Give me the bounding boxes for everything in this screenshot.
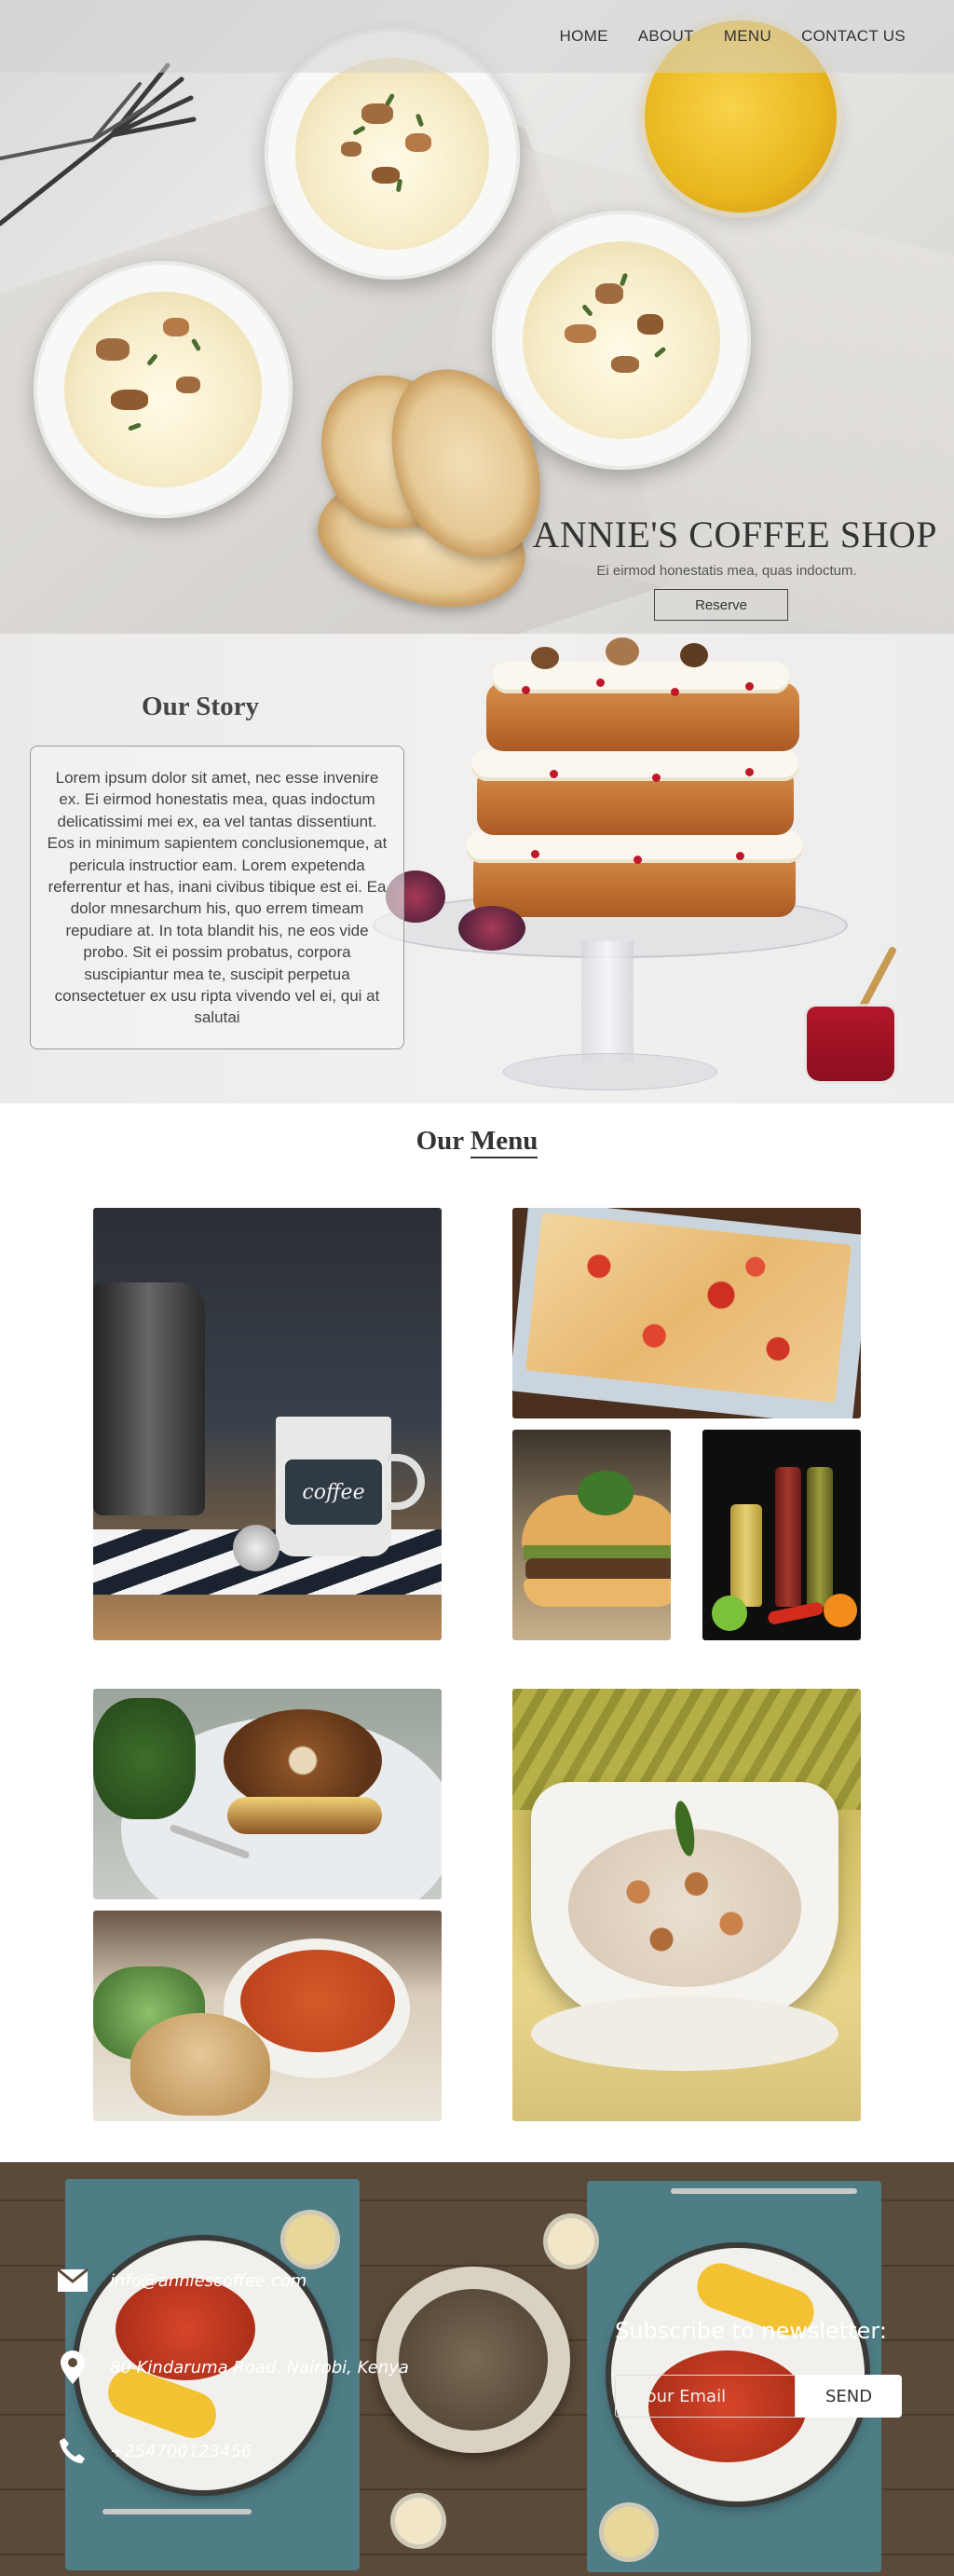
newsletter-send-button[interactable]: SEND (796, 2375, 902, 2418)
our-story-section: Our Story Lorem ipsum dolor sit amet, ne… (0, 634, 954, 1103)
contact-email-row: info@anniescoffee.com (56, 2268, 307, 2293)
menu-tile-oil-bottles[interactable] (702, 1430, 861, 1640)
phone-icon (56, 2436, 89, 2466)
knife (671, 2188, 857, 2194)
menu-tile-nut-salad[interactable] (512, 1689, 861, 2121)
menu-title-underlined: Menu (470, 1126, 538, 1158)
cake-stand-stem (581, 941, 634, 1062)
reserve-button[interactable]: Reserve (654, 589, 788, 621)
menu-tile-coffee[interactable]: coffee (93, 1208, 442, 1640)
menu-tile-burger[interactable] (512, 1430, 671, 1640)
knife (102, 2509, 252, 2514)
sauce-cup (285, 2214, 335, 2265)
cake-stand-base (503, 1053, 717, 1090)
story-title: Our Story (142, 692, 259, 721)
menu-title: Our Menu (0, 1126, 954, 1158)
menu-tile-pasta-bread[interactable] (93, 1911, 442, 2121)
sauce-cup (604, 2507, 654, 2557)
nav-contact-link[interactable]: CONTACT US (801, 27, 906, 46)
hero-subtitle: Ei eirmod honestatis mea, quas indoctum. (596, 563, 857, 579)
map-pin-icon (56, 2350, 89, 2384)
contact-email[interactable]: info@anniescoffee.com (110, 2271, 307, 2291)
menu-tile-bagel[interactable] (93, 1689, 442, 1899)
hero-title: ANNIE'S COFFEE SHOP (532, 514, 937, 555)
coffee-mug-label: coffee (302, 1480, 365, 1504)
nav-home-link[interactable]: HOME (560, 27, 608, 46)
candle (395, 2498, 442, 2544)
contact-address-row: 80 Kindaruma Road, Nairobi, Kenya (56, 2350, 409, 2384)
jam-jar (807, 1007, 894, 1081)
hero-section: HOME ABOUT MENU CONTACT US ANNIE'S COFFE… (0, 0, 954, 634)
newsletter-title: Subscribe to newsletter: (615, 2318, 887, 2344)
menu-tile-lasagna[interactable] (512, 1208, 861, 1418)
nav-menu-link[interactable]: MENU (724, 27, 771, 46)
soup-bowl-right (492, 211, 751, 470)
contact-address: 80 Kindaruma Road, Nairobi, Kenya (110, 2357, 409, 2377)
story-paragraph: Lorem ipsum dolor sit amet, nec esse inv… (47, 769, 388, 1027)
soup-bowl-left (34, 261, 293, 518)
story-text-card: Lorem ipsum dolor sit amet, nec esse inv… (30, 746, 404, 1049)
menu-title-prefix: Our (416, 1126, 470, 1156)
candle (548, 2218, 594, 2265)
fork-image (0, 62, 197, 226)
fig-fruit (458, 906, 525, 951)
top-navbar: HOME ABOUT MENU CONTACT US (0, 0, 954, 73)
contact-phone-row: +254700123456 (56, 2436, 252, 2466)
newsletter-email-input[interactable] (615, 2375, 796, 2418)
envelope-icon (56, 2268, 89, 2293)
nav-about-link[interactable]: ABOUT (638, 27, 694, 46)
contact-phone[interactable]: +254700123456 (110, 2442, 252, 2461)
